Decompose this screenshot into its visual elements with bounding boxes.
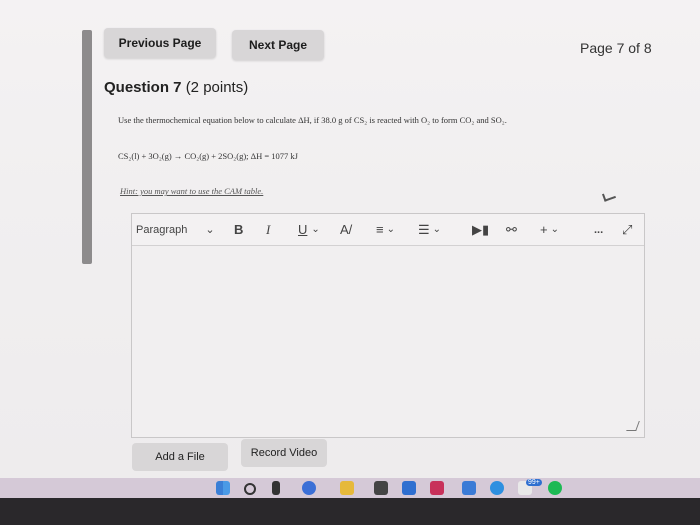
chevron-down-icon: ⌄ [205, 224, 215, 236]
question-points: (2 points) [185, 79, 249, 96]
file-explorer-icon[interactable] [340, 481, 354, 495]
fullscreen-icon[interactable]: ⤢ [622, 220, 632, 240]
search-icon[interactable] [244, 483, 256, 495]
align-icon[interactable]: ≡ ⌄ [376, 220, 395, 240]
answer-editor[interactable]: Paragraph ⌄ B I U ⌄ A/ ≡ ⌄ ☰ ⌄ ▶▮ ⚯ + ⌄ [131, 213, 645, 438]
windows-start-icon[interactable] [216, 481, 230, 495]
align-lines-icon: ≡ [376, 222, 384, 237]
page-indicator: Page 7 of 8 [580, 40, 652, 56]
resize-handle-icon[interactable] [626, 421, 640, 431]
underline-button[interactable]: U ⌄ [298, 220, 320, 240]
app-d-icon[interactable] [430, 481, 444, 495]
chevron-down-icon: ⌄ [311, 224, 320, 235]
more-options-button[interactable]: ... [594, 220, 603, 240]
add-file-button[interactable]: Add a File [132, 443, 228, 471]
insert-icon[interactable]: + ⌄ [540, 220, 559, 240]
bold-button[interactable]: B [234, 220, 243, 240]
browser-page: Previous Page Next Page Page 7 of 8 Ques… [0, 0, 700, 478]
record-video-button[interactable]: Record Video [241, 439, 327, 467]
spotify-icon[interactable] [548, 481, 562, 495]
mouse-cursor [601, 190, 617, 202]
task-view-icon[interactable] [272, 481, 280, 495]
format-select[interactable]: Paragraph ⌄ [136, 220, 215, 240]
chevron-down-icon: ⌄ [432, 224, 442, 235]
list-lines-icon: ☰ [418, 221, 430, 237]
text-color-icon[interactable]: A/ [340, 220, 352, 240]
store-icon[interactable] [374, 481, 388, 495]
question-number: Question 7 [104, 79, 182, 96]
edge-icon[interactable] [490, 481, 504, 495]
plus-icon: + [540, 222, 548, 237]
scrollbar[interactable] [82, 30, 92, 264]
list-icon[interactable]: ☰ ⌄ [418, 220, 441, 240]
question-equation: CS₂(l) + 3O₂(g) → CO₂(g) + 2SO₂(g); ΔH =… [118, 151, 298, 161]
question-title: Question 7 (2 points) [104, 79, 248, 96]
notification-badge: 99+ [526, 479, 542, 486]
media-icon[interactable]: ▶▮ [472, 220, 489, 240]
chevron-down-icon: ⌄ [550, 224, 559, 235]
chevron-down-icon: ⌄ [386, 224, 395, 235]
previous-page-button[interactable]: Previous Page [104, 28, 216, 58]
next-page-button[interactable]: Next Page [232, 30, 324, 60]
app-l-icon[interactable] [402, 481, 416, 495]
app-g-icon[interactable] [462, 481, 476, 495]
format-select-label: Paragraph [136, 223, 188, 236]
hint-link[interactable]: Hint: you may want to use the CAM table. [120, 186, 263, 196]
italic-button[interactable]: I [266, 220, 270, 240]
link-icon[interactable]: ⚯ [506, 220, 517, 240]
question-prompt: Use the thermochemical equation below to… [118, 115, 507, 125]
underline-label: U [298, 222, 308, 237]
chat-icon[interactable] [302, 481, 316, 495]
editor-toolbar: Paragraph ⌄ B I U ⌄ A/ ≡ ⌄ ☰ ⌄ ▶▮ ⚯ + ⌄ [132, 214, 644, 246]
